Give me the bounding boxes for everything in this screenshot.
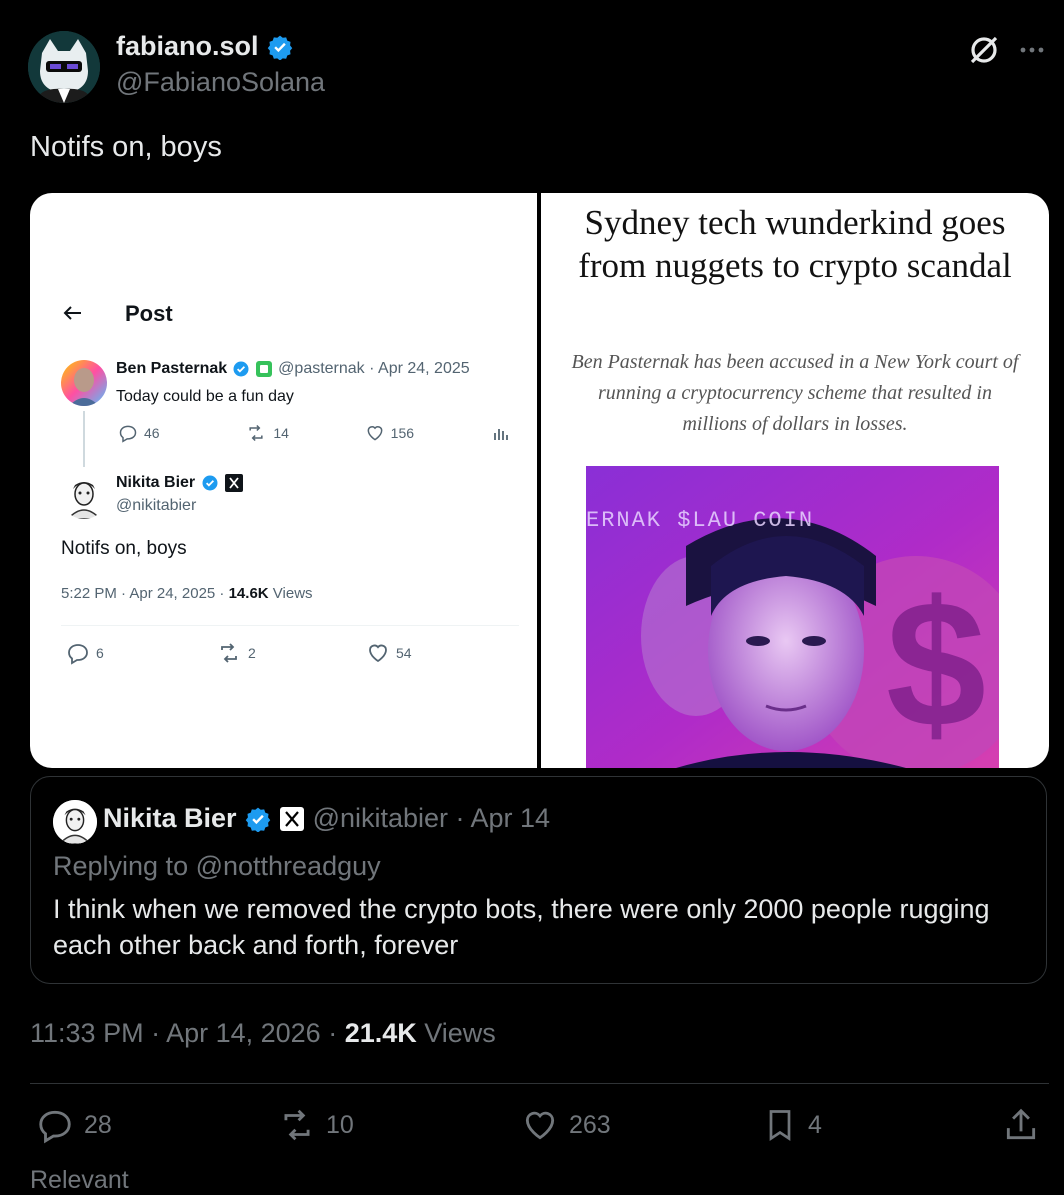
reply-count-ss: 46 xyxy=(118,423,245,443)
reply-icon xyxy=(119,425,137,443)
media-screenshot-post[interactable]: Post Ben Pasternak @pasternak · Apr 24, … xyxy=(30,193,537,768)
svg-text:$: $ xyxy=(886,564,986,765)
reply-count: 28 xyxy=(84,1110,112,1139)
post-meta: 11:33 PM · Apr 14, 2026 · 21.4K Views xyxy=(30,1018,496,1048)
article-photo: $ ERNAK $LAU COIN xyxy=(586,466,999,768)
quote-header: Nikita Bier @nikitabier · Apr 14 xyxy=(103,803,550,834)
article-photo-caption-text: ERNAK $LAU COIN xyxy=(586,508,815,533)
like-icon xyxy=(369,644,387,663)
nikita-views-label: Views xyxy=(272,585,313,602)
repost-icon xyxy=(284,1109,310,1141)
nikita-actions: 6 2 54 xyxy=(66,641,466,665)
repost-count-ss: 14 xyxy=(245,423,364,443)
nikita-reposts: 2 xyxy=(216,641,366,665)
ben-actions: 46 14 156 xyxy=(118,423,510,443)
like-icon xyxy=(367,426,383,441)
repost-icon xyxy=(249,424,263,442)
bookmark-button[interactable]: 4 xyxy=(762,1106,822,1144)
verified-badge-icon xyxy=(245,806,271,832)
action-bar: 28 10 263 4 xyxy=(36,1106,1046,1152)
more-icon[interactable] xyxy=(1016,34,1048,66)
share-icon xyxy=(1006,1108,1036,1140)
reply-count: 46 xyxy=(144,425,160,441)
repost-count: 10 xyxy=(326,1110,354,1139)
screenshot-title: Post xyxy=(125,301,173,326)
ben-avatar xyxy=(61,360,107,406)
like-icon xyxy=(525,1111,555,1140)
post-text: Notifs on, boys xyxy=(30,131,222,163)
divider xyxy=(61,625,519,626)
x-logo-icon xyxy=(279,806,305,832)
author-name[interactable]: fabiano.sol xyxy=(116,31,293,62)
author-handle[interactable]: @FabianoSolana xyxy=(116,67,325,98)
verified-badge-icon xyxy=(232,360,250,378)
divider xyxy=(30,1083,1049,1084)
post-media[interactable]: Post Ben Pasternak @pasternak · Apr 24, … xyxy=(30,193,1049,768)
ben-name: Ben Pasternak xyxy=(116,360,228,377)
quote-replying-to: Replying to @notthreadguy xyxy=(53,851,381,881)
quote-text: I think when we removed the crypto bots,… xyxy=(53,894,990,960)
quote-author-name[interactable]: Nikita Bier xyxy=(103,803,237,834)
nikita-time: 5:22 PM · Apr 24, 2025 · xyxy=(61,585,229,602)
ben-text: Today could be a fun day xyxy=(116,388,294,405)
ben-handle-date: @pasternak · Apr 24, 2025 xyxy=(278,360,470,377)
verified-badge-icon xyxy=(201,474,219,492)
repost-button[interactable]: 10 xyxy=(278,1106,354,1144)
author-avatar[interactable] xyxy=(28,31,100,103)
quote-handle-date: @nikitabier · Apr 14 xyxy=(312,803,551,833)
affiliate-badge-icon xyxy=(255,360,273,378)
quoted-tweet[interactable]: Nikita Bier @nikitabier · Apr 14 Replyin… xyxy=(30,776,1047,984)
back-arrow-icon xyxy=(63,305,83,321)
author-name-text[interactable]: fabiano.sol xyxy=(116,31,259,62)
like-count-ss: 156 xyxy=(365,423,492,443)
repost-count: 2 xyxy=(248,645,256,661)
media-news-article[interactable]: Sydney tech wunderkind goes from nuggets… xyxy=(541,193,1049,768)
post-views-count: 21.4K xyxy=(344,1018,417,1048)
post-views-label: Views xyxy=(424,1018,496,1048)
grok-icon[interactable] xyxy=(966,32,1002,68)
quote-avatar xyxy=(53,800,97,844)
nikita-meta: 5:22 PM · Apr 24, 2025 · 14.6K Views xyxy=(61,585,313,602)
nikita-text: Notifs on, boys xyxy=(61,538,187,559)
repost-count: 14 xyxy=(273,425,289,441)
article-subheadline: Ben Pasternak has been accused in a New … xyxy=(571,351,1019,435)
reply-icon xyxy=(68,644,88,665)
bookmark-icon xyxy=(769,1110,791,1142)
nikita-replies: 6 xyxy=(66,641,216,665)
x-logo-icon xyxy=(225,474,244,492)
analytics-icon xyxy=(492,424,510,442)
share-button[interactable] xyxy=(1002,1106,1040,1144)
post-timestamp[interactable]: 11:33 PM · Apr 14, 2026 xyxy=(30,1018,321,1048)
article-headline: Sydney tech wunderkind goes from nuggets… xyxy=(578,203,1012,285)
nikita-views-count: 14.6K xyxy=(228,585,269,602)
relevant-label[interactable]: Relevant xyxy=(30,1166,129,1195)
bookmark-count: 4 xyxy=(808,1110,822,1139)
like-count: 156 xyxy=(390,425,415,441)
repost-icon xyxy=(221,643,237,663)
like-button[interactable]: 263 xyxy=(521,1106,611,1144)
reply-count: 6 xyxy=(96,645,104,661)
nikita-likes: 54 xyxy=(366,641,412,665)
reply-icon xyxy=(39,1110,71,1144)
verified-badge-icon xyxy=(267,34,293,60)
like-count: 263 xyxy=(569,1110,611,1139)
like-count: 54 xyxy=(396,645,412,661)
nikita-name: Nikita Bier xyxy=(116,474,196,491)
nikita-name-row: Nikita Bier xyxy=(116,474,244,492)
thread-line xyxy=(83,411,85,467)
nikita-handle: @nikitabier xyxy=(116,497,197,514)
ben-name-row: Ben Pasternak @pasternak · Apr 24, 2025 xyxy=(116,360,470,378)
nikita-avatar xyxy=(61,473,107,519)
reply-button[interactable]: 28 xyxy=(36,1106,112,1144)
